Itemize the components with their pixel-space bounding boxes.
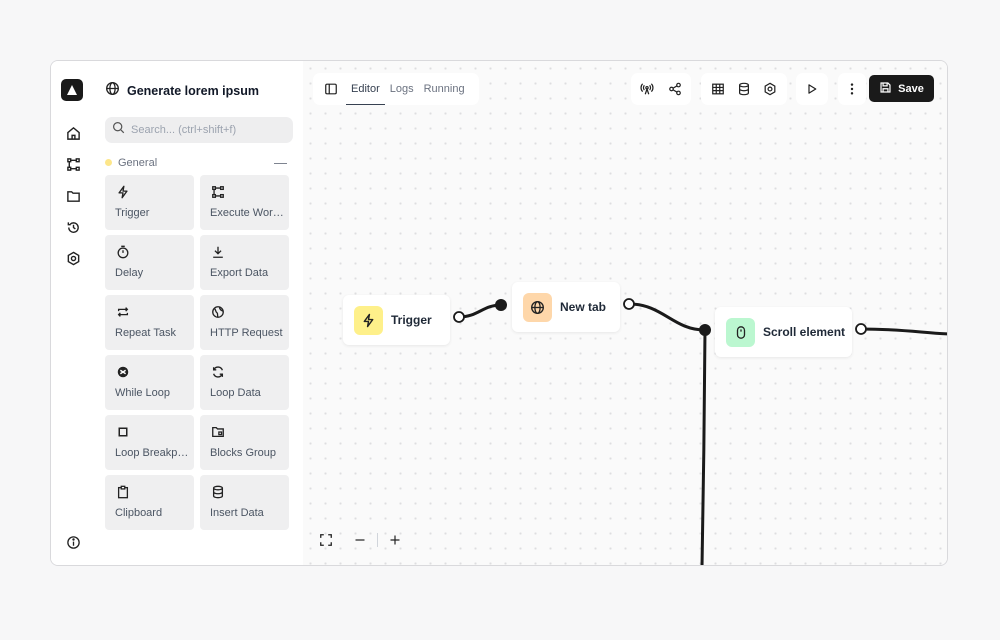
zoom-in-button[interactable] [382,527,408,553]
broadcast-icon[interactable] [634,76,660,102]
folder-icon[interactable] [63,186,83,206]
tab-logs[interactable]: Logs [390,73,414,105]
output-handle [855,323,867,335]
clipboard-icon [115,484,131,500]
repeat-icon [115,304,131,320]
group-header[interactable]: General — [105,155,287,170]
run-toolbar [796,73,828,105]
info-icon[interactable] [63,532,83,552]
app-logo[interactable] [61,79,83,101]
tab-running[interactable]: Running [424,73,465,105]
search-icon [112,121,125,139]
group-color-dot [105,159,112,166]
editor-tabs: Editor Logs Running [313,73,479,105]
data-toolbar [701,73,787,105]
save-icon [879,81,892,97]
connection-down [700,329,707,565]
refresh-icon [210,364,226,380]
home-icon[interactable] [63,123,83,143]
block-while-loop[interactable]: While Loop [105,355,194,410]
workflow-icon [210,184,226,200]
globe-icon [523,292,552,322]
collapse-group-button[interactable]: — [274,155,287,170]
lightning-icon [354,305,383,335]
node-new-tab[interactable]: New tab [512,282,620,332]
output-handle [623,298,635,310]
download-icon [210,244,226,260]
block-export-data[interactable]: Export Data [200,235,289,290]
node-label: Scroll element [763,325,846,339]
block-insert-data[interactable]: Insert Data [200,475,289,530]
zoom-controls [313,527,408,553]
block-clipboard[interactable]: Clipboard [105,475,194,530]
lightning-icon [115,184,131,200]
search-input[interactable] [131,124,281,136]
folder-icon [210,424,226,440]
share-toolbar [631,73,691,105]
block-repeat-task[interactable]: Repeat Task [105,295,194,350]
connection-newtab-scroll [628,302,706,332]
database-icon [210,484,226,500]
more-vertical-icon[interactable] [839,76,865,102]
block-loop-data[interactable]: Loop Data [200,355,289,410]
connection-scroll-out [860,327,947,336]
block-http-request[interactable]: HTTP Request [200,295,289,350]
input-handle [699,324,711,336]
left-rail [51,61,95,565]
connection-trigger-newtab [458,303,502,319]
output-handle [453,311,465,323]
zoom-divider [377,533,378,547]
block-trigger[interactable]: Trigger [105,175,194,230]
input-handle [495,299,507,311]
globe-icon [105,81,120,101]
fullscreen-icon[interactable] [313,527,339,553]
block-blocks-group[interactable]: Blocks Group [200,415,289,470]
zoom-out-button[interactable] [347,527,373,553]
database-icon[interactable] [731,76,757,102]
workflow-title: Generate lorem ipsum [127,84,259,98]
block-execute-workflow[interactable]: Execute Workflow [200,175,289,230]
table-icon[interactable] [705,76,731,102]
block-search[interactable] [105,117,293,143]
blocks-panel: Generate lorem ipsum General — Trigger E… [95,61,346,565]
mouse-icon [726,317,755,347]
settings-icon[interactable] [757,76,783,102]
settings-icon[interactable] [63,248,83,268]
app-window: Generate lorem ipsum General — Trigger E… [50,60,948,566]
node-trigger[interactable]: Trigger [343,295,450,345]
node-label: New tab [560,300,607,314]
loop-icon [115,364,131,380]
node-label: Trigger [391,313,432,327]
save-label: Save [898,82,924,95]
group-name: General [118,156,158,169]
block-loop-breakpoint[interactable]: Loop Breakpoint [105,415,194,470]
play-icon[interactable] [799,76,825,102]
workflow-canvas[interactable]: Editor Logs Running Save Trigger New tab… [303,61,947,565]
timer-icon [115,244,131,260]
square-icon [115,424,131,440]
tab-editor[interactable]: Editor [346,73,385,105]
save-button[interactable]: Save [869,75,934,102]
block-delay[interactable]: Delay [105,235,194,290]
block-grid: Trigger Execute Workflow Delay Export Da… [105,175,289,530]
more-toolbar [838,73,866,105]
workflow-icon[interactable] [63,154,83,174]
history-icon[interactable] [63,217,83,237]
globe-icon [210,304,226,320]
toggle-sidebar-icon[interactable] [321,79,341,99]
share-icon[interactable] [662,76,688,102]
node-scroll-element[interactable]: Scroll element [715,307,852,357]
workflow-title-row[interactable]: Generate lorem ipsum [105,81,259,101]
